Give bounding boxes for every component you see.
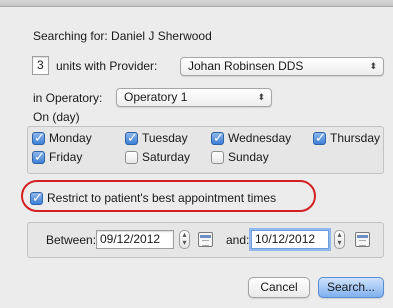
provider-selected: Johan Robinsen DDS: [188, 59, 304, 73]
highlight-oval: [21, 180, 316, 212]
checkbox-sunday[interactable]: Sunday: [211, 150, 269, 164]
checkbox-tuesday[interactable]: Tuesday: [125, 130, 188, 146]
checkbox-icon[interactable]: [32, 149, 45, 165]
start-date-field[interactable]: 09/12/2012: [96, 230, 174, 249]
checkbox-label: Friday: [49, 150, 83, 164]
operatory-selected: Operatory 1: [124, 90, 188, 104]
start-date-stepper[interactable]: ▴ ▾: [179, 230, 190, 249]
checkbox-label: Thursday: [330, 131, 381, 145]
checkbox-label: Tuesday: [142, 131, 188, 145]
checkbox-friday[interactable]: Friday: [32, 149, 83, 165]
checkbox-icon[interactable]: [313, 130, 326, 146]
checkbox-icon[interactable]: [211, 130, 224, 146]
on-day-heading: On (day): [33, 110, 80, 124]
operatory-label: in Operatory:: [33, 91, 103, 105]
units-label: units with Provider:: [56, 58, 158, 73]
operatory-popup[interactable]: Operatory 1 ⬍: [116, 88, 272, 107]
checkbox-wednesday[interactable]: Wednesday: [211, 130, 292, 146]
and-label: and:: [226, 233, 250, 247]
checkbox-label: Monday: [49, 131, 92, 145]
checkbox-label: Wednesday: [228, 131, 292, 145]
window-top-edge: [0, 0, 393, 7]
checkbox-icon[interactable]: [125, 150, 138, 164]
checkbox-thursday[interactable]: Thursday: [313, 130, 381, 146]
units-row: 3 units with Provider:: [32, 56, 157, 75]
popup-arrows-icon: ⬍: [257, 92, 265, 102]
cancel-button[interactable]: Cancel: [248, 277, 310, 298]
searching-for-label: Searching for: Daniel J Sherwood: [33, 29, 212, 43]
search-button[interactable]: Search...: [318, 277, 384, 298]
checkbox-icon[interactable]: [125, 130, 138, 146]
units-field[interactable]: 3: [32, 56, 49, 75]
between-label: Between:: [46, 233, 97, 247]
checkbox-label: Sunday: [228, 150, 269, 164]
checkbox-saturday[interactable]: Saturday: [125, 150, 190, 164]
checkbox-icon[interactable]: [32, 130, 45, 146]
checkbox-label: Saturday: [142, 150, 191, 164]
provider-popup[interactable]: Johan Robinsen DDS ⬍: [180, 57, 384, 76]
checkbox-icon[interactable]: [211, 150, 224, 164]
calendar-icon[interactable]: [355, 232, 370, 247]
checkbox-monday[interactable]: Monday: [32, 130, 92, 146]
calendar-icon[interactable]: [198, 232, 213, 247]
popup-arrows-icon: ⬍: [369, 61, 377, 71]
end-date-field[interactable]: 10/12/2012: [251, 230, 329, 249]
end-date-stepper[interactable]: ▴ ▾: [334, 230, 345, 249]
